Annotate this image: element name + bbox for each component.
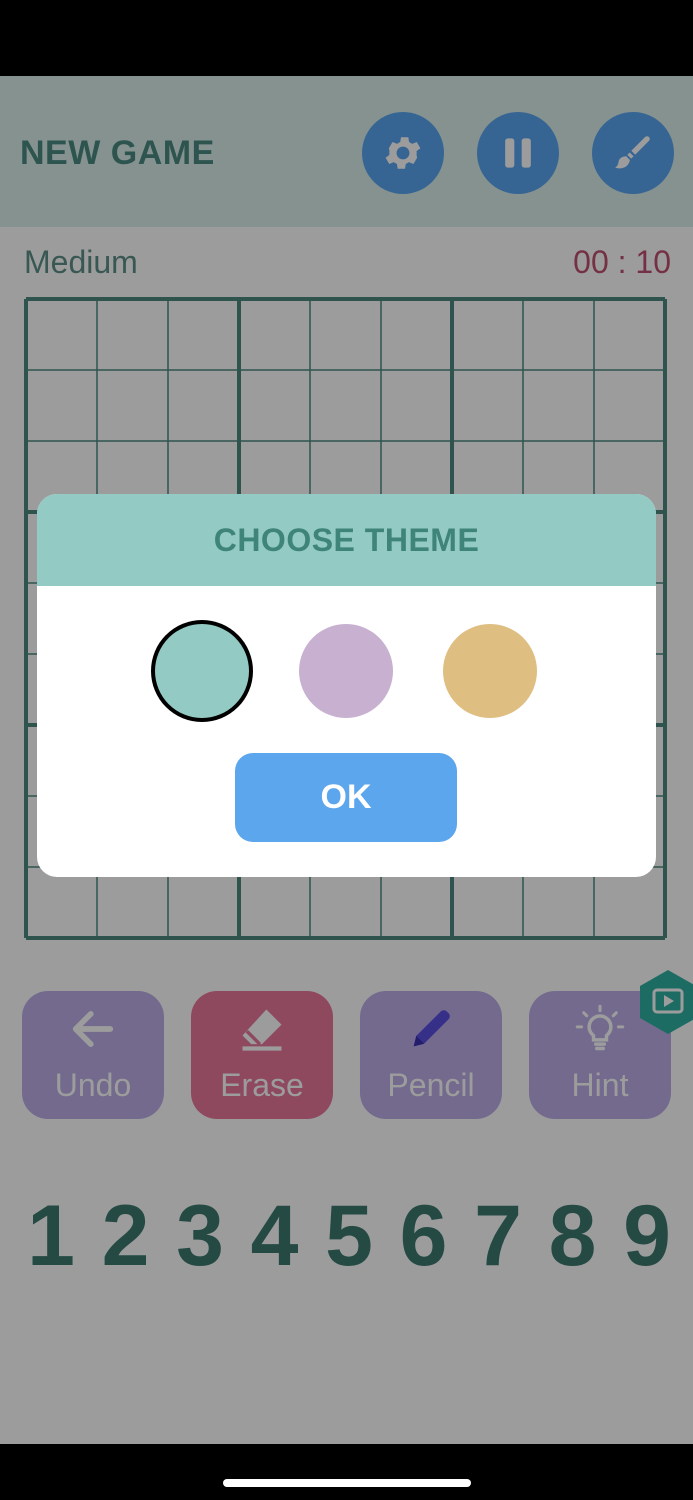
dialog-header: CHOOSE THEME	[37, 494, 656, 586]
ok-button[interactable]: OK	[235, 753, 457, 842]
dialog-title: CHOOSE THEME	[213, 521, 480, 558]
home-indicator[interactable]	[223, 1479, 471, 1487]
game-screen: NEW GAME Medium 00 : 10 Undo Erase Penci…	[0, 76, 693, 1444]
theme-swatch-gold[interactable]	[443, 624, 537, 718]
theme-swatch-lavender[interactable]	[299, 624, 393, 718]
choose-theme-dialog: CHOOSE THEME OK	[37, 494, 656, 877]
theme-swatch-teal[interactable]	[155, 624, 249, 718]
